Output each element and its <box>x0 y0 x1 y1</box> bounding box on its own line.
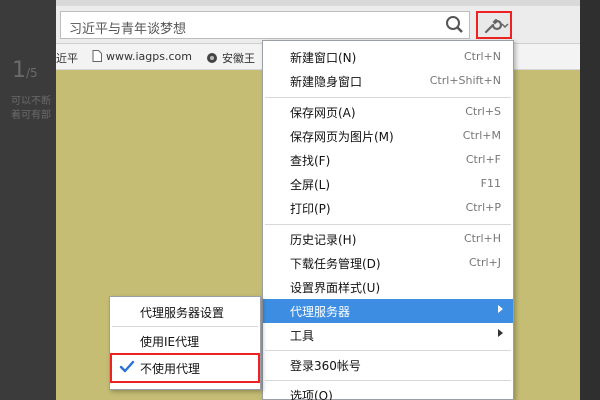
menu-item-fullscreen[interactable]: 全屏(L) F11 <box>263 172 513 196</box>
menu-separator <box>265 97 511 98</box>
highlight-box <box>110 353 260 383</box>
menu-item-new-incognito-window[interactable]: 新建隐身窗口 Ctrl+Shift+N <box>263 69 513 93</box>
proxy-submenu: 代理服务器设置 使用IE代理 不使用代理 <box>109 296 261 390</box>
search-icon[interactable] <box>443 14 467 36</box>
menu-separator <box>112 326 258 327</box>
search-query: 习近平与青年谈梦想 <box>69 22 187 37</box>
menu-item-save-page[interactable]: 保存网页(A) Ctrl+S <box>263 100 513 124</box>
menu-item-history[interactable]: 历史记录(H) Ctrl+H <box>263 227 513 251</box>
menu-item-find[interactable]: 查找(F) Ctrl+F <box>263 148 513 172</box>
submenu-item-proxy-settings[interactable]: 代理服务器设置 <box>110 299 260 325</box>
menu-separator <box>265 350 511 351</box>
menu-separator <box>265 224 511 225</box>
submenu-item-use-ie-proxy[interactable]: 使用IE代理 <box>110 328 260 354</box>
bookmark-item[interactable]: www.iagps.com <box>92 50 192 65</box>
bookmark-item[interactable]: 安徽王 <box>206 50 255 67</box>
side-text-line-1: 可以不断 <box>11 96 51 107</box>
right-edge <box>580 0 600 400</box>
menu-item-tools[interactable]: 工具 <box>263 323 513 347</box>
tools-dropdown-menu: 新建窗口(N) Ctrl+N 新建隐身窗口 Ctrl+Shift+N 保存网页(… <box>262 40 514 400</box>
logo-icon <box>206 52 218 67</box>
page-number-main: 1 <box>12 58 26 83</box>
page-icon <box>92 50 102 65</box>
tools-menu-button[interactable] <box>476 11 512 39</box>
menu-separator <box>265 380 511 381</box>
bookmark-item[interactable]: 近平 <box>56 50 78 66</box>
page-side-panel: 1/5 可以不断 着可有部 <box>0 0 56 400</box>
menu-item-downloads[interactable]: 下载任务管理(D) Ctrl+J <box>263 251 513 275</box>
menu-item-login-360[interactable]: 登录360帐号 <box>263 353 513 377</box>
page-number-suffix: /5 <box>26 66 38 80</box>
menu-item-proxy-server[interactable]: 代理服务器 <box>263 299 513 323</box>
menu-item-new-window[interactable]: 新建窗口(N) Ctrl+N <box>263 45 513 69</box>
menu-item-print[interactable]: 打印(P) Ctrl+P <box>263 196 513 220</box>
menu-item-interface-style[interactable]: 设置界面样式(U) <box>263 275 513 299</box>
menu-item-options[interactable]: 选项(O) <box>263 383 513 400</box>
search-input[interactable]: 习近平与青年谈梦想 <box>60 11 470 39</box>
menu-item-save-page-as-image[interactable]: 保存网页为图片(M) Ctrl+M <box>263 124 513 148</box>
side-text-line-2: 着可有部 <box>11 110 51 121</box>
wrench-icon <box>484 18 509 34</box>
submenu-arrow-icon <box>498 305 503 313</box>
submenu-arrow-icon <box>498 329 503 337</box>
toolbar: 习近平与青年谈梦想 <box>56 6 580 44</box>
page-number: 1/5 <box>12 58 38 83</box>
